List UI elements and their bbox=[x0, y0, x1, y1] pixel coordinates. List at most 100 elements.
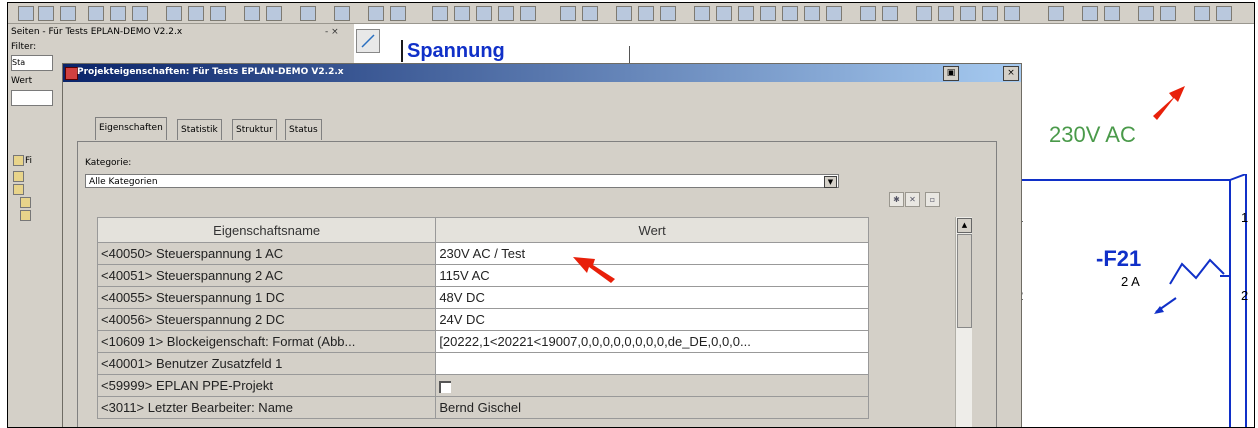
restore-button[interactable]: ▣ bbox=[943, 66, 959, 81]
toolbar-icon[interactable] bbox=[616, 6, 632, 21]
property-value[interactable]: [20222,1<20221<19007,0,0,0,0,0,0,0,0,de_… bbox=[435, 330, 869, 353]
property-value[interactable]: 230V AC / Test bbox=[435, 242, 869, 265]
property-name: <40056> Steuerspannung 2 DC bbox=[96, 308, 437, 331]
toolbar-icon[interactable] bbox=[244, 6, 260, 21]
toolbar-icon[interactable] bbox=[826, 6, 842, 21]
toolbar-icon[interactable] bbox=[1048, 6, 1064, 21]
tree-label: Fi bbox=[25, 156, 33, 166]
toolbar-icon[interactable] bbox=[716, 6, 732, 21]
table-row[interactable]: <40050> Steuerspannung 1 AC 230V AC / Te… bbox=[96, 242, 869, 265]
table-row[interactable]: <40001> Benutzer Zusatzfeld 1 bbox=[96, 352, 869, 375]
toolbar-icon[interactable] bbox=[390, 6, 406, 21]
table-row[interactable]: <40051> Steuerspannung 2 AC 115V AC bbox=[96, 264, 869, 287]
tab-statistik[interactable]: Statistik bbox=[177, 119, 222, 140]
chevron-down-icon[interactable]: ▼ bbox=[824, 176, 837, 188]
table-row[interactable]: <3011> Letzter Bearbeiter: Name Bernd Gi… bbox=[96, 396, 869, 419]
terminal-number: 1 bbox=[1241, 210, 1249, 225]
close-button[interactable]: × bbox=[1003, 66, 1019, 81]
toolbar-icon[interactable] bbox=[210, 6, 226, 21]
toolbar-icon[interactable] bbox=[38, 6, 54, 21]
new-property-icon[interactable]: ✱ bbox=[889, 192, 904, 207]
scroll-up-icon[interactable]: ▲ bbox=[957, 218, 972, 233]
ppe-project-checkbox[interactable] bbox=[439, 380, 452, 393]
property-name: <40001> Benutzer Zusatzfeld 1 bbox=[96, 352, 437, 375]
toolbar-icon[interactable] bbox=[498, 6, 514, 21]
wert-label: Wert bbox=[11, 76, 33, 86]
tab-eigenschaften[interactable]: Eigenschaften bbox=[95, 117, 167, 140]
toolbar-icon[interactable] bbox=[1194, 6, 1210, 21]
property-value: Bernd Gischel bbox=[435, 396, 869, 419]
toolbar-icon[interactable] bbox=[520, 6, 536, 21]
property-value[interactable] bbox=[435, 352, 869, 375]
table-row[interactable]: <59999> EPLAN PPE-Projekt bbox=[96, 374, 869, 397]
toolbar-icon[interactable] bbox=[188, 6, 204, 21]
column-header-value[interactable]: Wert bbox=[435, 217, 869, 243]
toolbar-icon[interactable] bbox=[18, 6, 34, 21]
toolbar-icon[interactable] bbox=[694, 6, 710, 21]
folder-icon[interactable] bbox=[13, 171, 24, 182]
toolbar-icon[interactable] bbox=[334, 6, 350, 21]
toolbar-icon[interactable] bbox=[1082, 6, 1098, 21]
toolbar-icon[interactable] bbox=[782, 6, 798, 21]
toolbar-icon[interactable] bbox=[1216, 6, 1232, 21]
property-value[interactable]: 48V DC bbox=[435, 286, 869, 309]
toolbar-icon[interactable] bbox=[1138, 6, 1154, 21]
toolbar-icon[interactable] bbox=[582, 6, 598, 21]
main-toolbar bbox=[8, 3, 1254, 24]
scroll-thumb[interactable] bbox=[957, 234, 972, 328]
toolbar-icon[interactable] bbox=[1104, 6, 1120, 21]
toolbar-icon[interactable] bbox=[660, 6, 676, 21]
dialog-titlebar[interactable]: Projekteigenschaften: Für Tests EPLAN-DE… bbox=[63, 64, 1021, 82]
table-row[interactable]: <40055> Steuerspannung 1 DC 48V DC bbox=[96, 286, 869, 309]
tab-status[interactable]: Status bbox=[285, 119, 322, 140]
property-value[interactable]: 24V DC bbox=[435, 308, 869, 331]
toolbar-icon[interactable] bbox=[804, 6, 820, 21]
toolbar-icon[interactable] bbox=[132, 6, 148, 21]
toolbar-icon[interactable] bbox=[110, 6, 126, 21]
toolbar-icon[interactable] bbox=[982, 6, 998, 21]
toolbar-icon[interactable] bbox=[88, 6, 104, 21]
toolbar-icon[interactable] bbox=[916, 6, 932, 21]
property-name: <3011> Letzter Bearbeiter: Name bbox=[96, 396, 437, 419]
toolbar-icon[interactable] bbox=[266, 6, 282, 21]
toolbar-icon[interactable] bbox=[1160, 6, 1176, 21]
wert-input[interactable] bbox=[11, 90, 53, 106]
table-row[interactable]: <40056> Steuerspannung 2 DC 24V DC bbox=[96, 308, 869, 331]
draw-tool-button[interactable] bbox=[356, 29, 380, 53]
toolbar-icon[interactable] bbox=[760, 6, 776, 21]
table-scrollbar[interactable]: ▲ bbox=[955, 217, 972, 427]
property-name: <40051> Steuerspannung 2 AC bbox=[96, 264, 437, 287]
property-value-checkbox[interactable] bbox=[435, 374, 869, 397]
page-icon[interactable] bbox=[20, 197, 31, 208]
page-icon[interactable] bbox=[20, 210, 31, 221]
delete-property-icon[interactable]: ✕ bbox=[905, 192, 920, 207]
table-header-row: Eigenschaftsname Wert bbox=[96, 217, 869, 243]
toolbar-icon[interactable] bbox=[882, 6, 898, 21]
toolbar-icon[interactable] bbox=[860, 6, 876, 21]
toolbar-icon[interactable] bbox=[938, 6, 954, 21]
toolbar-icon[interactable] bbox=[432, 6, 448, 21]
tab-struktur[interactable]: Struktur bbox=[232, 119, 277, 140]
table-row[interactable]: <10609 1> Blockeigenschaft: Format (Abb.… bbox=[96, 330, 869, 353]
toolbar-icon[interactable] bbox=[738, 6, 754, 21]
toolbar-icon[interactable] bbox=[476, 6, 492, 21]
toolbar-icon[interactable] bbox=[368, 6, 384, 21]
voltage-label: 230V AC bbox=[1049, 122, 1136, 147]
toolbar-icon[interactable] bbox=[60, 6, 76, 21]
pane-close-button[interactable]: - × bbox=[325, 27, 339, 37]
toolbar-icon[interactable] bbox=[166, 6, 182, 21]
toolbar-icon[interactable] bbox=[960, 6, 976, 21]
folder-icon[interactable] bbox=[13, 184, 24, 195]
extra-property-icon[interactable]: ▫ bbox=[925, 192, 940, 207]
property-name: <40055> Steuerspannung 1 DC bbox=[96, 286, 437, 309]
property-value[interactable]: 115V AC bbox=[435, 264, 869, 287]
kategorie-select[interactable]: Alle Kategorien ▼ bbox=[85, 174, 839, 188]
toolbar-icon[interactable] bbox=[560, 6, 576, 21]
toolbar-icon[interactable] bbox=[454, 6, 470, 21]
page-tree-icon[interactable] bbox=[13, 155, 24, 166]
toolbar-icon[interactable] bbox=[300, 6, 316, 21]
filter-select[interactable]: Sta bbox=[11, 55, 53, 71]
column-header-name[interactable]: Eigenschaftsname bbox=[96, 217, 437, 243]
toolbar-icon[interactable] bbox=[1004, 6, 1020, 21]
toolbar-icon[interactable] bbox=[638, 6, 654, 21]
